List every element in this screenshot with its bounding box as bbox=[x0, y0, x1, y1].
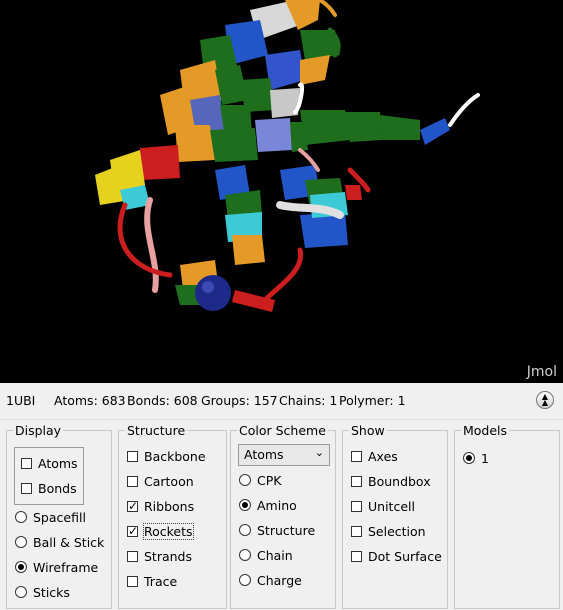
color-scheme-select[interactable]: Atoms ⌄ bbox=[238, 444, 330, 466]
cpk-radio[interactable]: CPK bbox=[239, 471, 281, 489]
model-id: 1UBI bbox=[6, 393, 36, 408]
structure-radio[interactable]: Structure bbox=[239, 521, 315, 539]
checkbox-icon bbox=[21, 482, 32, 494]
bonds-checkbox[interactable]: Bonds bbox=[21, 479, 77, 497]
radio-icon bbox=[239, 549, 251, 561]
checkbox-icon bbox=[127, 575, 138, 587]
checkbox-icon bbox=[21, 457, 32, 469]
checkbox-icon bbox=[351, 525, 362, 537]
chevron-up-icon: ▲ bbox=[541, 398, 549, 407]
selection-checkbox[interactable]: Selection bbox=[351, 522, 426, 540]
show-panel: Show Axes Boundbox Unitcell Selection Do… bbox=[342, 424, 448, 609]
spacefill-radio[interactable]: Spacefill bbox=[15, 508, 86, 526]
chain-count: Chains: 1 bbox=[279, 393, 338, 408]
atoms-checkbox[interactable]: Atoms bbox=[21, 454, 78, 472]
sticks-radio[interactable]: Sticks bbox=[15, 583, 70, 601]
radio-icon bbox=[239, 574, 251, 586]
atom-count: Atoms: 683 bbox=[54, 393, 126, 408]
structure-title: Structure bbox=[125, 423, 188, 438]
molecule-viewer[interactable]: Jmol bbox=[0, 0, 563, 383]
color-scheme-title: Color Scheme bbox=[237, 423, 328, 438]
models-title: Models bbox=[461, 423, 510, 438]
checkbox-icon bbox=[127, 498, 138, 514]
checkbox-icon bbox=[351, 450, 362, 462]
radio-icon bbox=[15, 511, 27, 523]
ball-and-stick-radio[interactable]: Ball & Stick bbox=[15, 533, 104, 551]
dot-surface-checkbox[interactable]: Dot Surface bbox=[351, 547, 442, 565]
checkbox-icon bbox=[351, 475, 362, 487]
info-bar: 1UBI Atoms: 683 Bonds: 608 Groups: 157 C… bbox=[0, 383, 563, 420]
ribbons-checkbox[interactable]: Ribbons bbox=[127, 497, 194, 515]
boundbox-checkbox[interactable]: Boundbox bbox=[351, 472, 431, 490]
radio-icon bbox=[15, 536, 27, 548]
chain-radio[interactable]: Chain bbox=[239, 546, 293, 564]
checkbox-icon bbox=[351, 550, 362, 562]
checkbox-icon bbox=[127, 550, 138, 562]
display-title: Display bbox=[13, 423, 64, 438]
color-scheme-panel: Color Scheme Atoms ⌄ CPK Amino Structure… bbox=[230, 424, 336, 609]
models-panel: Models 1 bbox=[454, 424, 560, 609]
protein-ribbon-render bbox=[95, 0, 480, 312]
radio-icon bbox=[15, 586, 27, 598]
structure-panel: Structure Backbone Cartoon Ribbons Rocke… bbox=[118, 424, 227, 609]
charge-radio[interactable]: Charge bbox=[239, 571, 302, 589]
bond-count: Bonds: 608 bbox=[127, 393, 198, 408]
chevron-down-icon: ⌄ bbox=[314, 446, 324, 459]
axes-checkbox[interactable]: Axes bbox=[351, 447, 398, 465]
checkbox-icon bbox=[127, 523, 138, 539]
radio-icon bbox=[239, 474, 251, 486]
checkbox-icon bbox=[127, 475, 138, 487]
backbone-checkbox[interactable]: Backbone bbox=[127, 447, 206, 465]
group-count: Groups: 157 bbox=[201, 393, 278, 408]
amino-radio[interactable]: Amino bbox=[239, 496, 297, 514]
radio-icon bbox=[239, 499, 251, 511]
wireframe-radio[interactable]: Wireframe bbox=[15, 558, 98, 576]
jmol-logo: Jmol bbox=[526, 364, 557, 380]
cartoon-checkbox[interactable]: Cartoon bbox=[127, 472, 194, 490]
display-panel: Display Atoms Bonds Spacefill Ball & Sti… bbox=[6, 424, 112, 609]
checkbox-icon bbox=[127, 450, 138, 462]
radio-icon bbox=[463, 452, 475, 464]
unitcell-checkbox[interactable]: Unitcell bbox=[351, 497, 415, 515]
checkbox-icon bbox=[351, 500, 362, 512]
strands-checkbox[interactable]: Strands bbox=[127, 547, 192, 565]
show-title: Show bbox=[349, 423, 387, 438]
radio-icon bbox=[15, 561, 27, 573]
rockets-checkbox[interactable]: Rockets bbox=[127, 522, 194, 540]
collapse-button[interactable]: ▲ ▲ bbox=[536, 391, 554, 409]
polymer-count: Polymer: 1 bbox=[339, 393, 406, 408]
radio-icon bbox=[239, 524, 251, 536]
display-toggle-group: Atoms Bonds bbox=[14, 447, 84, 505]
model-1-radio[interactable]: 1 bbox=[463, 449, 489, 467]
trace-checkbox[interactable]: Trace bbox=[127, 572, 177, 590]
